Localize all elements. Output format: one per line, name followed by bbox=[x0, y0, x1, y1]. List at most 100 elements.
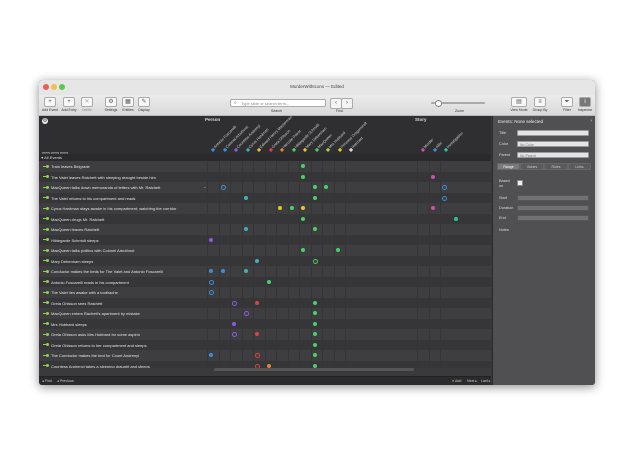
event-participation-dot[interactable] bbox=[312, 321, 317, 326]
event-participation-dot[interactable] bbox=[453, 216, 458, 221]
notes-label: Notes bbox=[499, 228, 509, 232]
story-group-header: Story bbox=[415, 117, 427, 122]
event-participation-dot[interactable] bbox=[430, 174, 435, 179]
event-participation-dot-hollow[interactable] bbox=[442, 195, 447, 201]
tab-values[interactable]: Values bbox=[520, 163, 544, 170]
event-marker-icon bbox=[43, 280, 49, 283]
tab-rules[interactable]: Rules bbox=[544, 163, 568, 170]
column-divider bbox=[253, 161, 254, 368]
previous-button[interactable]: ◂ Previous bbox=[57, 377, 74, 385]
event-participation-dot[interactable] bbox=[312, 342, 317, 347]
group-by-button[interactable]: ≡ Group By bbox=[531, 97, 549, 114]
event-participation-dot[interactable] bbox=[430, 206, 435, 211]
event-participation-dot[interactable] bbox=[312, 185, 317, 190]
inspector-button[interactable]: i Inspector bbox=[576, 97, 594, 114]
event-marker-icon bbox=[43, 227, 49, 231]
event-participation-dot-hollow[interactable] bbox=[232, 300, 237, 306]
event-participation-dot-hollow[interactable] bbox=[243, 311, 249, 317]
end-field[interactable] bbox=[517, 215, 589, 221]
event-marker-icon bbox=[43, 196, 49, 199]
parent-select[interactable]: No Parent bbox=[517, 152, 589, 158]
event-participation-dot[interactable] bbox=[312, 332, 317, 337]
event-participation-dot[interactable] bbox=[255, 258, 259, 263]
event-participation-dot[interactable] bbox=[289, 206, 294, 211]
next-button[interactable]: Next ▸ bbox=[467, 377, 477, 385]
event-participation-dot[interactable] bbox=[232, 321, 236, 326]
event-participation-dot-hollow[interactable] bbox=[312, 258, 318, 264]
find-status-button[interactable]: ◂ Find bbox=[42, 377, 52, 385]
event-marker-icon bbox=[43, 364, 49, 367]
inspector-close-icon[interactable]: › bbox=[590, 118, 592, 124]
event-participation-dot[interactable] bbox=[255, 300, 259, 305]
section-header[interactable]: ▾ All Events bbox=[39, 154, 491, 161]
event-marker-icon bbox=[43, 311, 49, 315]
event-participation-dot[interactable] bbox=[243, 269, 248, 274]
settings-button[interactable]: ⚙ Settings bbox=[102, 97, 120, 114]
add-event-button[interactable]: + Add Event bbox=[41, 97, 59, 114]
color-label: Color bbox=[499, 142, 509, 146]
story-column-header[interactable]: Investigation bbox=[443, 131, 464, 152]
event-marker-icon bbox=[43, 164, 49, 168]
title-field[interactable] bbox=[517, 130, 589, 136]
inspector-panel: Events: None selected › Title Color No C… bbox=[492, 116, 595, 385]
add-entry-button[interactable]: + Add Entry bbox=[60, 97, 78, 114]
column-divider bbox=[241, 161, 243, 368]
event-participation-dot[interactable] bbox=[312, 300, 317, 305]
brush-icon: ✎ bbox=[138, 97, 150, 107]
tab-links[interactable]: Links bbox=[568, 163, 591, 170]
event-participation-dot[interactable] bbox=[312, 227, 317, 232]
column-divider bbox=[299, 161, 300, 368]
event-participation-dot[interactable] bbox=[243, 227, 248, 232]
event-participation-dot[interactable] bbox=[312, 311, 317, 316]
event-participation-dot-hollow[interactable] bbox=[220, 185, 226, 191]
event-marker-icon bbox=[43, 185, 49, 189]
display-button[interactable]: ✎ Display bbox=[135, 97, 153, 114]
event-title: MacQueen enters Rachett's apartment by m… bbox=[51, 311, 140, 316]
view-mode-button[interactable]: ▤ View Mode bbox=[509, 97, 529, 114]
column-divider bbox=[440, 161, 441, 368]
duration-field[interactable] bbox=[517, 205, 589, 211]
column-divider bbox=[417, 161, 418, 368]
start-field[interactable] bbox=[517, 195, 589, 201]
trash-icon: ✕ bbox=[81, 97, 93, 107]
event-marker-icon bbox=[43, 353, 49, 357]
event-participation-dot[interactable] bbox=[312, 195, 317, 200]
add-button[interactable]: ● Add bbox=[452, 377, 461, 385]
event-title: Greta Ohlsson asks Mrs Hubbard for some … bbox=[51, 332, 140, 337]
entities-icon: ▦ bbox=[122, 97, 134, 107]
find-next-button[interactable]: › bbox=[341, 98, 353, 109]
event-participation-dot[interactable] bbox=[301, 174, 305, 179]
person-color-swatch bbox=[268, 147, 273, 152]
filter-button[interactable]: ⏷ Filter bbox=[560, 97, 574, 114]
chevron-down-icon[interactable]: ⌄ bbox=[203, 184, 206, 189]
document-title: MurderWithIcons — Edited bbox=[290, 84, 344, 89]
app-window: MurderWithIcons — Edited + Add Event + Add… bbox=[39, 80, 595, 385]
event-participation-dot-hollow[interactable] bbox=[209, 279, 214, 285]
event-participation-dot[interactable] bbox=[266, 279, 271, 284]
color-select[interactable]: No Color bbox=[517, 141, 589, 147]
last-button[interactable]: Last ▸ bbox=[481, 377, 491, 385]
search-label: Search bbox=[271, 109, 283, 113]
column-divider bbox=[276, 161, 277, 368]
event-participation-dot[interactable] bbox=[220, 269, 225, 274]
event-participation-dot[interactable] bbox=[243, 195, 248, 200]
column-divider bbox=[310, 161, 312, 368]
event-participation-dot[interactable] bbox=[209, 237, 213, 242]
event-title: Train leaves Belgrade bbox=[51, 164, 90, 169]
delete-button[interactable]: ✕ Delete bbox=[78, 97, 96, 114]
event-participation-dot[interactable] bbox=[335, 248, 340, 253]
event-participation-dot[interactable] bbox=[312, 353, 317, 358]
person-color-swatch bbox=[314, 147, 319, 152]
event-marker-icon bbox=[43, 206, 49, 210]
horizontal-scrollbar[interactable] bbox=[214, 368, 414, 371]
find-label: Find bbox=[336, 109, 343, 113]
story-column-header[interactable]: Alibi bbox=[432, 141, 442, 152]
based-on-checkbox[interactable] bbox=[517, 180, 523, 186]
tab-range[interactable]: Range bbox=[497, 163, 520, 170]
event-participation-dot[interactable] bbox=[301, 216, 305, 221]
search-input[interactable]: Type slide or search term... bbox=[230, 99, 326, 107]
zoom-slider-knob[interactable] bbox=[435, 100, 442, 107]
column-divider bbox=[287, 161, 289, 368]
chevron-left-icon: ‹ bbox=[335, 100, 337, 106]
options-gear-icon[interactable]: ⚙ bbox=[42, 118, 48, 124]
